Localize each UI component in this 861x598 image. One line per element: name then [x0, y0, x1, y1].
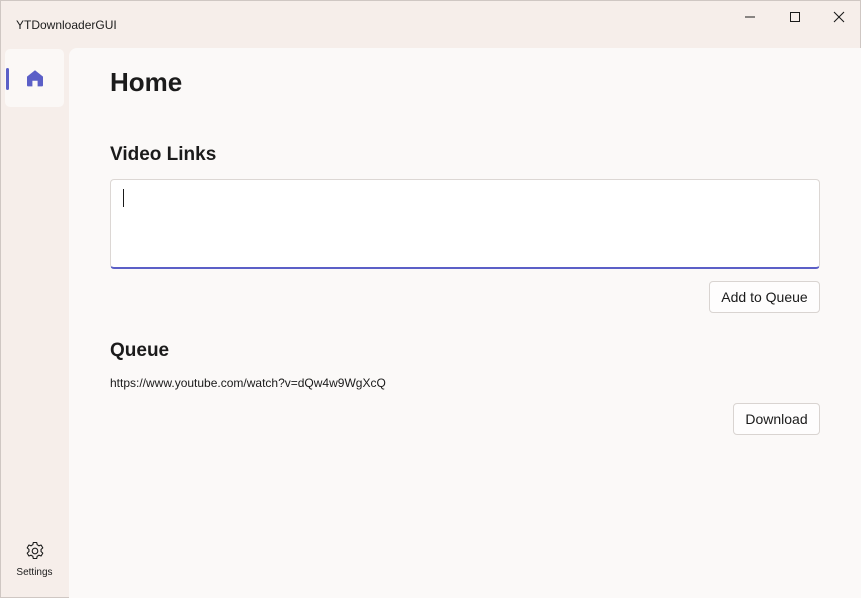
close-icon: [833, 11, 845, 23]
minimize-icon: [745, 16, 755, 18]
app-window: YTDownloaderGUI Settings Home Video Link…: [0, 0, 861, 598]
title-bar[interactable]: YTDownloaderGUI: [1, 1, 860, 47]
gear-icon: [26, 541, 43, 560]
selection-indicator: [6, 68, 9, 90]
page-title: Home: [110, 67, 183, 97]
sidebar-item-settings[interactable]: Settings: [1, 541, 68, 593]
sidebar-item-label: Settings: [16, 567, 53, 578]
navigation-sidebar: Settings: [1, 47, 68, 598]
app-title: YTDownloaderGUI: [16, 18, 117, 32]
text-caret: [123, 189, 124, 207]
video-links-input[interactable]: [110, 179, 820, 269]
sidebar-item-home[interactable]: [5, 49, 64, 107]
home-icon: [26, 70, 43, 87]
add-to-queue-button[interactable]: Add to Queue: [709, 281, 820, 313]
minimize-button[interactable]: [728, 1, 772, 33]
queue-heading: Queue: [110, 340, 170, 361]
main-content: Home Video Links Add to Queue Queue http…: [69, 48, 861, 598]
download-button[interactable]: Download: [733, 403, 820, 435]
maximize-icon: [790, 12, 800, 22]
video-links-heading: Video Links: [110, 144, 217, 165]
close-button[interactable]: [817, 1, 861, 33]
maximize-button[interactable]: [773, 1, 817, 33]
queue-item: https://www.youtube.com/watch?v=dQw4w9Wg…: [110, 376, 386, 390]
